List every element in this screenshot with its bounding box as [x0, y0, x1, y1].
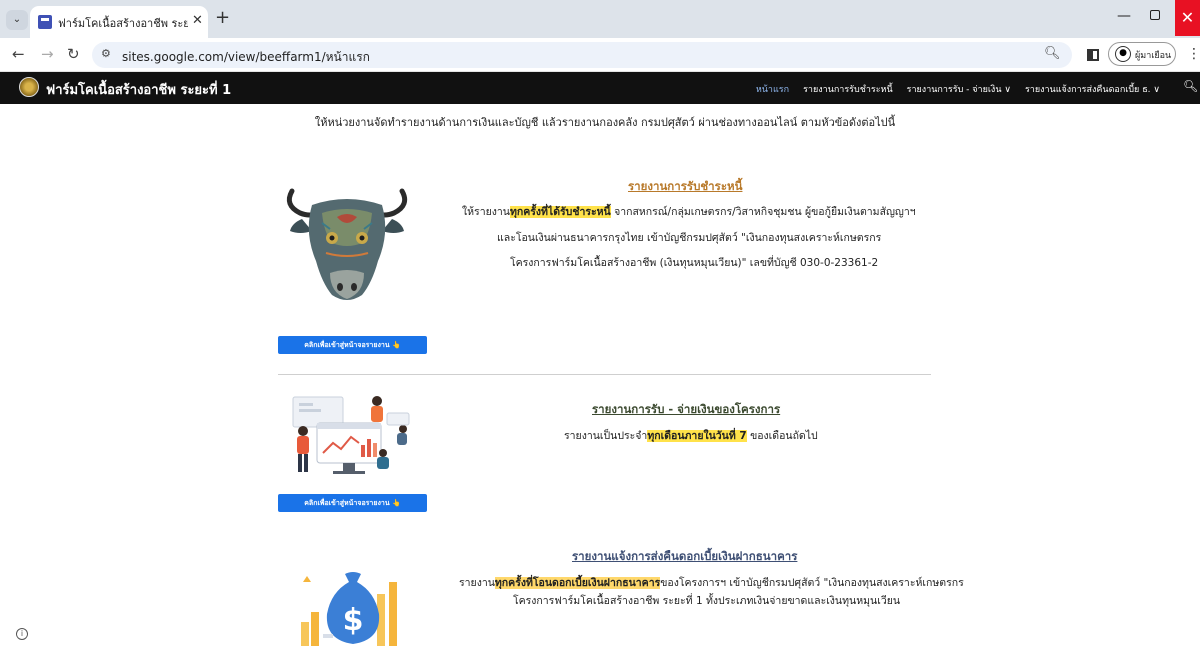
section1-line3: โครงการฟาร์มโคเนื้อสร้างอาชีพ (เงินทุนหม…: [510, 257, 879, 269]
financial-dashboard-illustration: [292, 396, 410, 474]
section-title-debt-report[interactable]: รายงานการรับชำระหนี้: [628, 178, 742, 196]
zoom-icon[interactable]: 🔍︎: [1044, 46, 1061, 61]
section-title-interest-return[interactable]: รายงานแจ้งการส่งคืนดอกเบี้ยเงินฝากธนาคาร: [572, 548, 797, 566]
site-title[interactable]: ฟาร์มโคเนื้อสร้างอาชีพ ระยะที่ 1: [46, 79, 231, 100]
site-info-icon[interactable]: ⚙: [101, 47, 111, 60]
site-search-icon[interactable]: 🔍︎: [1183, 79, 1198, 93]
section1-line2: และโอนเงินผ่านธนาคารกรุงไทย เข้าบัญชีกรม…: [497, 232, 882, 244]
section2-line1-suffix: ของเดือนถัดไป: [746, 430, 818, 442]
section2-highlight: ทุกเดือนภายในวันที่ 7: [647, 430, 747, 442]
window-minimize-icon[interactable]: —: [1117, 8, 1131, 24]
section-title-income-expense[interactable]: รายงานการรับ - จ่ายเงินของโครงการ: [592, 401, 780, 419]
section2-line1: รายงานเป็นประจำทุกเดือนภายในวันที่ 7 ของ…: [564, 427, 818, 444]
url-omnibox[interactable]: ⚙ sites.google.com/view/beeffarm1/หน้าแร…: [92, 42, 1072, 68]
nav-item-debt-report[interactable]: รายงานการรับชำระหนี้: [803, 82, 893, 96]
section3-line1-suffix: ของโครงการฯ เข้าบัญชีกรมปศุสัตว์ "เงินกอ…: [660, 577, 964, 589]
nav-item-income-expense[interactable]: รายงานการรับ - จ่ายเงิน ∨: [907, 82, 1011, 96]
tab-search-chevron-icon[interactable]: ⌄: [6, 10, 28, 30]
section3-line1-prefix: รายงาน: [459, 577, 495, 589]
intro-text: ให้หน่วยงานจัดทำรายงานด้านการเงินและบัญช…: [314, 116, 896, 129]
side-panel-icon[interactable]: [1087, 49, 1099, 61]
browser-tab-bar: ⌄ ฟาร์มโคเนื้อสร้างอาชีพ ระยะที่ 1 ✕ + —…: [0, 0, 1200, 38]
site-nav: หน้าแรก รายงานการรับชำระหนี้ รายงานการรั…: [742, 82, 1160, 96]
section1-highlight: ทุกครั้งที่ได้รับชำระหนี้: [509, 206, 611, 218]
section1-line1: ให้รายงานทุกครั้งที่ได้รับชำระหนี้ จากสห…: [462, 203, 916, 220]
reload-icon[interactable]: ↻: [67, 45, 80, 63]
site-header: ฟาร์มโคเนื้อสร้างอาชีพ ระยะที่ 1 หน้าแรก…: [0, 72, 1200, 104]
forward-arrow-icon[interactable]: →: [41, 45, 54, 63]
site-info-footer-icon[interactable]: i: [16, 628, 28, 640]
profile-button[interactable]: ● ผู้มาเยือน: [1108, 42, 1176, 66]
bull-head-illustration: [286, 188, 408, 300]
section3-highlight: ทุกครั้งที่โอนดอกเบี้ยเงินฝากธนาคาร: [494, 577, 661, 589]
profile-icon: ●: [1115, 46, 1131, 62]
section3-line1: รายงานทุกครั้งที่โอนดอกเบี้ยเงินฝากธนาคา…: [459, 574, 964, 591]
window-restore-icon[interactable]: [1150, 10, 1160, 20]
svg-text:$: $: [343, 603, 364, 638]
money-bag-growth-illustration: $: [301, 572, 397, 646]
section-divider: [278, 374, 931, 375]
back-arrow-icon[interactable]: ←: [12, 45, 25, 63]
nav-item-home[interactable]: หน้าแรก: [756, 82, 789, 96]
tab-close-icon[interactable]: ✕: [192, 13, 203, 28]
tab-title: ฟาร์มโคเนื้อสร้างอาชีพ ระยะที่ 1: [58, 17, 188, 30]
section3-line2: โครงการฟาร์มโคเนื้อสร้างอาชีพ ระยะที่ 1 …: [513, 595, 901, 607]
section1-line1-suffix: จากสหกรณ์/กลุ่มเกษตรกร/วิสาหกิจชุมชน ผู้…: [610, 206, 916, 218]
google-sites-favicon-icon: [38, 15, 52, 29]
section2-line1-prefix: รายงานเป็นประจำ: [564, 430, 648, 442]
debt-report-enter-button[interactable]: คลิกเพื่อเข้าสู่หน้าจอรายงาน 👆: [278, 336, 427, 354]
url-text[interactable]: sites.google.com/view/beeffarm1/หน้าแรก: [122, 48, 370, 67]
browser-tab[interactable]: ฟาร์มโคเนื้อสร้างอาชีพ ระยะที่ 1 ✕: [30, 6, 208, 38]
browser-menu-icon[interactable]: ⋮: [1187, 46, 1200, 62]
section1-line1-prefix: ให้รายงาน: [462, 206, 510, 218]
address-bar-row: ← → ↻ ⚙ sites.google.com/view/beeffarm1/…: [0, 38, 1200, 72]
window-close-icon[interactable]: ✕: [1175, 0, 1200, 36]
income-expense-enter-button[interactable]: คลิกเพื่อเข้าสู่หน้าจอรายงาน 👆: [278, 494, 427, 512]
new-tab-icon[interactable]: +: [215, 8, 230, 28]
profile-label: ผู้มาเยือน: [1135, 51, 1172, 61]
nav-item-interest-return[interactable]: รายงานแจ้งการส่งคืนดอกเบี้ย ธ. ∨: [1025, 82, 1160, 96]
site-logo[interactable]: [19, 77, 39, 97]
